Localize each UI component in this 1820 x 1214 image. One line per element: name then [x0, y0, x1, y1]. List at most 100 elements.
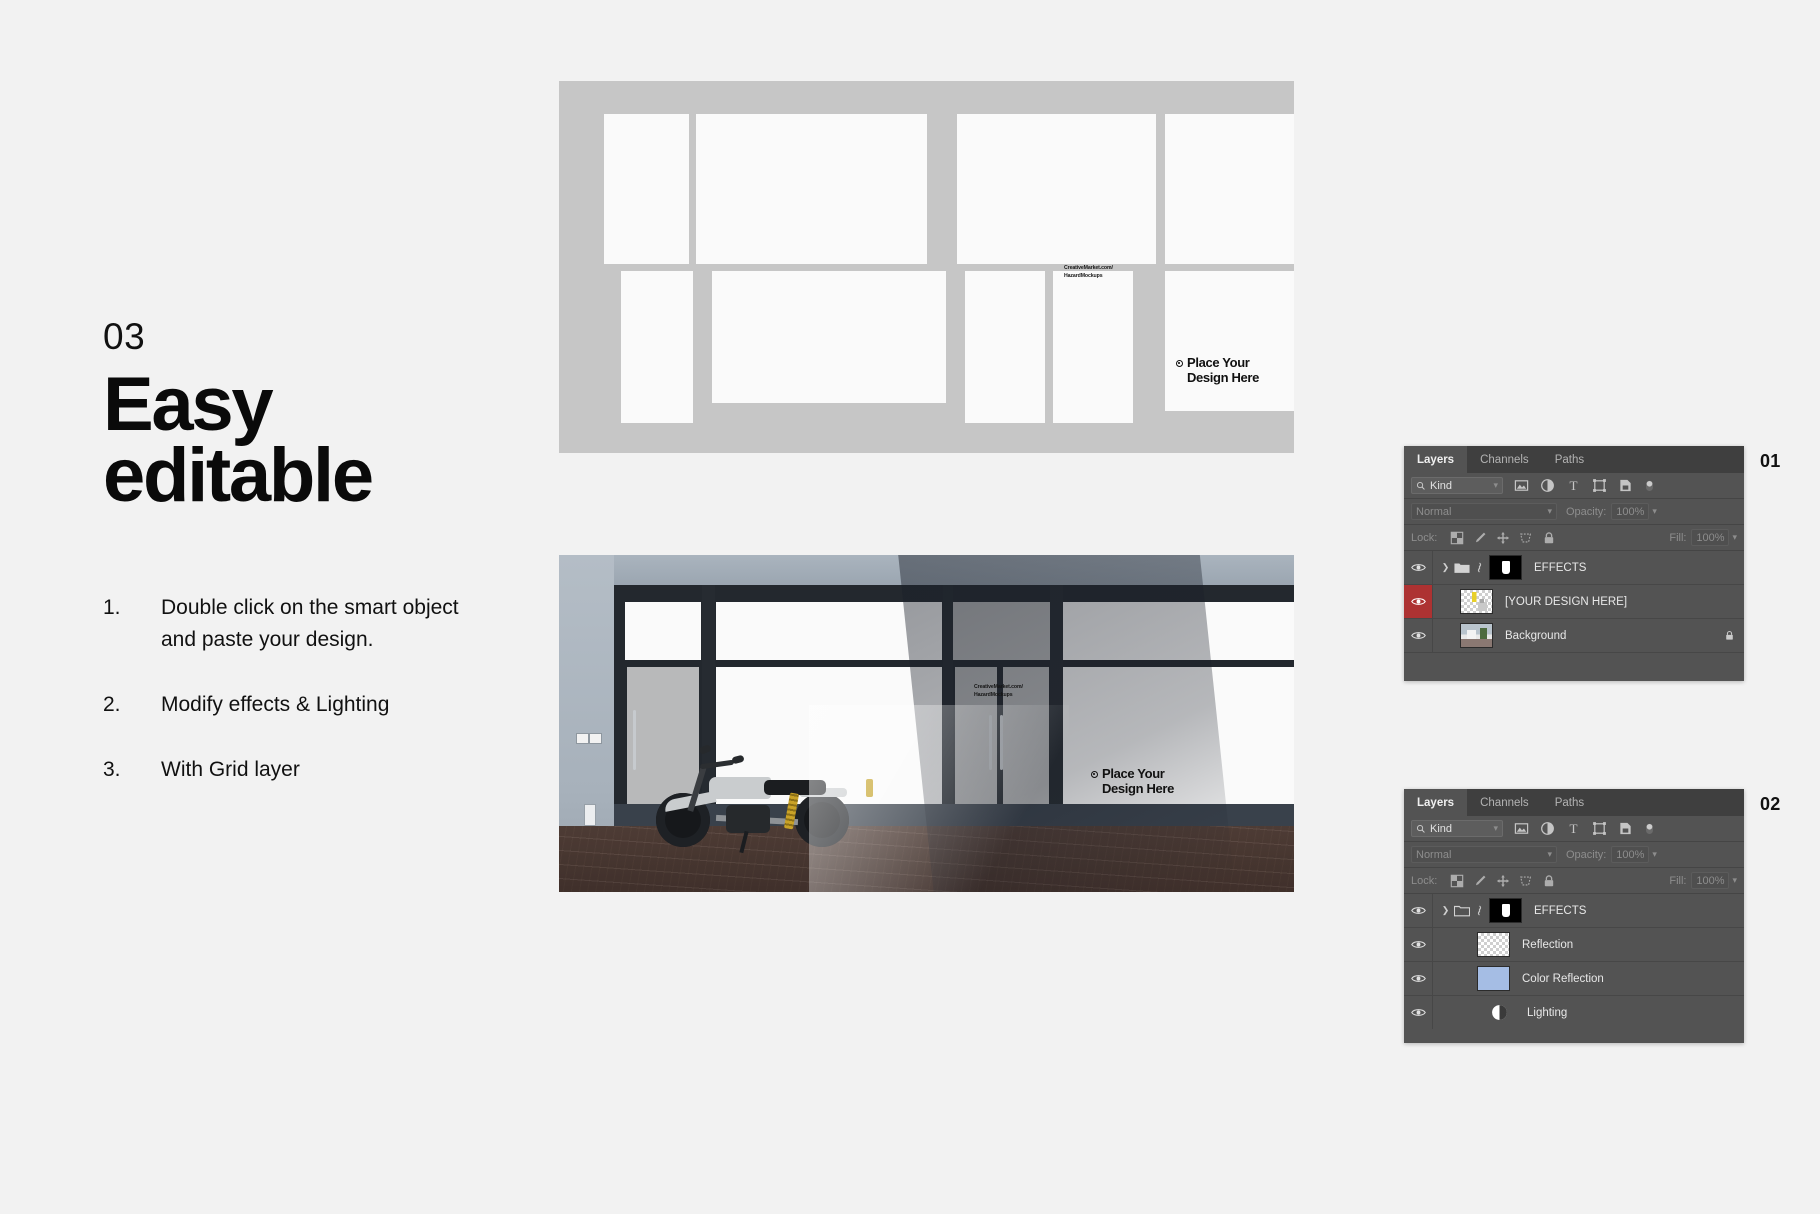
pixel-layer-icon[interactable]	[1514, 478, 1529, 493]
smart-object-icon[interactable]	[1618, 478, 1633, 493]
panel-tab-bar[interactable]: Layers Channels Paths	[1404, 789, 1744, 816]
lock-artboard-nesting-icon[interactable]	[1519, 531, 1533, 545]
layer-visibility-toggle[interactable]	[1404, 585, 1433, 618]
adjustment-layer-icon[interactable]	[1540, 478, 1555, 493]
chevron-down-icon[interactable]: ▾	[1732, 532, 1737, 543]
opacity-input[interactable]: 100%	[1611, 846, 1650, 863]
table-row[interactable]: [YOUR DESIGN HERE]	[1404, 585, 1744, 619]
layer-filter-select[interactable]: Kind ▾	[1411, 477, 1503, 494]
layer-visibility-toggle[interactable]	[1404, 928, 1433, 961]
filter-type-icons[interactable]: T	[1514, 820, 1655, 837]
filter-toggle-icon[interactable]	[1644, 820, 1655, 837]
tab-paths[interactable]: Paths	[1541, 789, 1598, 816]
layer-visibility-toggle[interactable]	[1404, 996, 1433, 1029]
blend-mode-select[interactable]: Normal ▾	[1411, 846, 1557, 863]
lock-label: Lock:	[1411, 874, 1438, 887]
filter-toggle-icon[interactable]	[1644, 477, 1655, 494]
tab-layers[interactable]: Layers	[1404, 446, 1468, 473]
fill-label: Fill:	[1669, 874, 1687, 887]
adjustment-layer-icon[interactable]	[1540, 821, 1555, 836]
chevron-right-icon[interactable]: ❯	[1441, 562, 1450, 573]
panel-index-01: 01	[1760, 451, 1781, 471]
layer-thumbnail[interactable]	[1477, 932, 1510, 957]
intercom-box	[584, 804, 596, 826]
table-row[interactable]: Lighting	[1404, 996, 1744, 1029]
chevron-down-icon[interactable]: ▾	[1652, 849, 1657, 860]
layer-thumbnail[interactable]	[1460, 589, 1493, 614]
layer-row-body[interactable]: ❯ EFFECTS	[1433, 898, 1744, 923]
layer-visibility-toggle[interactable]	[1404, 894, 1433, 927]
layer-visibility-toggle[interactable]	[1404, 962, 1433, 995]
filter-row[interactable]: Kind ▾ T	[1404, 816, 1744, 842]
adjustment-layer-thumbnail[interactable]	[1484, 1001, 1515, 1024]
fill-label: Fill:	[1669, 531, 1687, 544]
table-row[interactable]: Color Reflection	[1404, 962, 1744, 996]
filter-type-icons[interactable]: T	[1514, 477, 1655, 494]
lock-all-icon[interactable]	[1542, 531, 1556, 545]
link-icon[interactable]	[1475, 904, 1484, 917]
layer-visibility-toggle[interactable]	[1404, 619, 1433, 652]
layer-mask-thumbnail[interactable]	[1489, 555, 1522, 580]
chevron-down-icon[interactable]: ▾	[1732, 875, 1737, 886]
layer-row-body[interactable]: [YOUR DESIGN HERE]	[1433, 589, 1744, 614]
layer-filter-select[interactable]: Kind ▾	[1411, 820, 1503, 837]
shape-layer-icon[interactable]	[1592, 478, 1607, 493]
smart-object-icon[interactable]	[1618, 821, 1633, 836]
lock-all-icon[interactable]	[1542, 874, 1556, 888]
motorcycle	[654, 732, 873, 854]
placeholder-marker-icon	[1091, 771, 1098, 778]
filter-row[interactable]: Kind ▾ T	[1404, 473, 1744, 499]
layer-row-body[interactable]: Color Reflection	[1433, 966, 1744, 991]
layer-row-body[interactable]: Lighting	[1433, 1001, 1744, 1024]
blend-mode-row[interactable]: Normal ▾ Opacity: 100% ▾	[1404, 842, 1744, 868]
layer-row-body[interactable]: ❯ EFFECTS	[1433, 555, 1744, 580]
table-row[interactable]: ❯ EFFECTS	[1404, 894, 1744, 928]
type-layer-icon[interactable]: T	[1566, 821, 1581, 836]
opacity-label: Opacity:	[1566, 505, 1607, 518]
fill-input[interactable]: 100%	[1691, 872, 1730, 889]
lock-row[interactable]: Lock: Fill: 100% ▾	[1404, 525, 1744, 551]
lock-icon-group[interactable]	[1450, 531, 1556, 545]
grid-cell	[712, 271, 946, 403]
lock-row[interactable]: Lock: Fill: 100% ▾	[1404, 868, 1744, 894]
shape-layer-icon[interactable]	[1592, 821, 1607, 836]
headline-line-1: Easy	[103, 362, 274, 447]
tab-paths[interactable]: Paths	[1541, 446, 1598, 473]
lock-transparent-pixels-icon[interactable]	[1450, 531, 1464, 545]
blend-mode-value: Normal	[1416, 505, 1452, 518]
layer-row-body[interactable]: Background	[1433, 623, 1744, 648]
link-icon[interactable]	[1475, 561, 1484, 574]
blend-mode-row[interactable]: Normal ▾ Opacity: 100% ▾	[1404, 499, 1744, 525]
type-layer-icon[interactable]: T	[1566, 478, 1581, 493]
lock-position-icon[interactable]	[1496, 874, 1510, 888]
chevron-down-icon[interactable]: ▾	[1652, 506, 1657, 517]
table-row[interactable]: Background	[1404, 619, 1744, 653]
motorcycle-engine	[726, 805, 770, 833]
lock-image-pixels-icon[interactable]	[1473, 531, 1487, 545]
layer-visibility-toggle[interactable]	[1404, 551, 1433, 584]
chevron-down-icon[interactable]: ❯	[1441, 905, 1450, 916]
layer-row-body[interactable]: Reflection	[1433, 932, 1744, 957]
layers-panel-02[interactable]: Layers Channels Paths Kind ▾ T Normal ▾ …	[1404, 789, 1744, 1043]
layer-thumbnail[interactable]	[1477, 966, 1510, 991]
lock-icon-group[interactable]	[1450, 874, 1556, 888]
layer-filter-value: Kind	[1430, 822, 1453, 835]
lock-transparent-pixels-icon[interactable]	[1450, 874, 1464, 888]
pixel-layer-icon[interactable]	[1514, 821, 1529, 836]
panel-tab-bar[interactable]: Layers Channels Paths	[1404, 446, 1744, 473]
layers-panel-01[interactable]: Layers Channels Paths Kind ▾ T Normal ▾ …	[1404, 446, 1744, 681]
opacity-input[interactable]: 100%	[1611, 503, 1650, 520]
tab-channels[interactable]: Channels	[1467, 789, 1542, 816]
chevron-down-icon: ▾	[1547, 849, 1552, 859]
lock-artboard-nesting-icon[interactable]	[1519, 874, 1533, 888]
blend-mode-select[interactable]: Normal ▾	[1411, 503, 1557, 520]
lock-position-icon[interactable]	[1496, 531, 1510, 545]
tab-channels[interactable]: Channels	[1467, 446, 1542, 473]
fill-input[interactable]: 100%	[1691, 529, 1730, 546]
layer-mask-thumbnail[interactable]	[1489, 898, 1522, 923]
table-row[interactable]: ❯ EFFECTS	[1404, 551, 1744, 585]
tab-layers[interactable]: Layers	[1404, 789, 1468, 816]
table-row[interactable]: Reflection	[1404, 928, 1744, 962]
layer-thumbnail[interactable]	[1460, 623, 1493, 648]
lock-image-pixels-icon[interactable]	[1473, 874, 1487, 888]
